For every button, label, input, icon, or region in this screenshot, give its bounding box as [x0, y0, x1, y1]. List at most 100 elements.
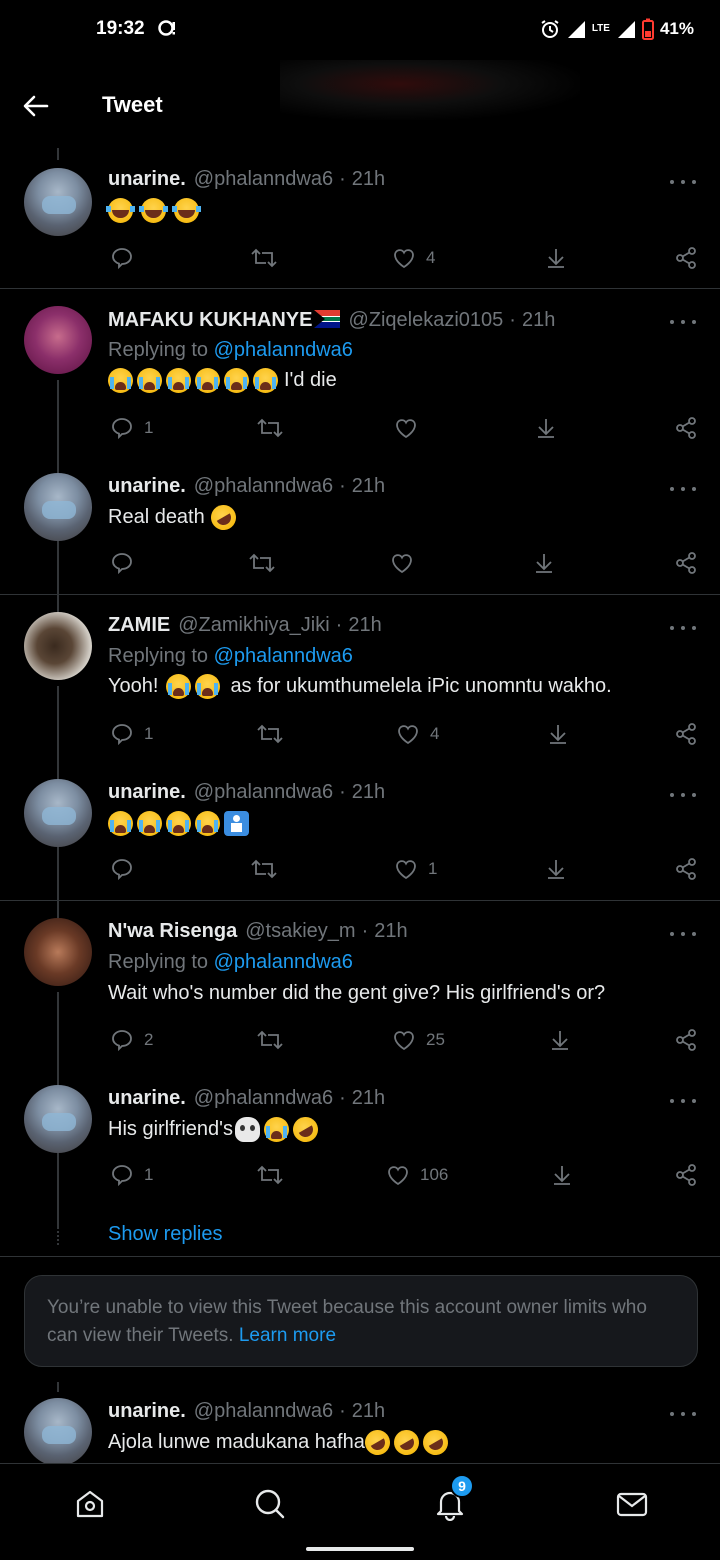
avatar[interactable]	[24, 1085, 92, 1153]
share-button[interactable]	[674, 1025, 698, 1055]
user-handle[interactable]: @phalanndwa6	[194, 781, 333, 804]
display-name[interactable]: unarine.	[108, 781, 186, 804]
download-button[interactable]	[544, 243, 568, 273]
avatar[interactable]	[24, 168, 92, 236]
share-button[interactable]	[674, 719, 698, 749]
more-options-button[interactable]	[670, 479, 696, 499]
tweet-text: Ajola lunwe madukana hafha	[108, 1425, 453, 1460]
share-icon	[676, 247, 696, 269]
sob-emoji	[166, 674, 192, 699]
show-replies-link[interactable]: Show replies	[108, 1223, 223, 1246]
reply-button[interactable]	[110, 548, 134, 578]
share-button[interactable]	[674, 413, 698, 443]
download-button[interactable]	[544, 854, 568, 884]
user-handle[interactable]: @Ziqelekazi0105	[348, 309, 503, 332]
reply-button[interactable]: 1	[110, 413, 153, 443]
share-icon	[676, 723, 696, 745]
more-options-button[interactable]	[670, 1404, 696, 1424]
display-name[interactable]: N'wa Risenga	[108, 920, 237, 943]
avatar[interactable]	[24, 779, 92, 847]
user-handle[interactable]: @phalanndwa6	[194, 475, 333, 498]
tweet-time: 21h	[351, 781, 386, 803]
tweet-text: Yooh! as for ukumthumelela iPic unomntu …	[108, 674, 612, 699]
retweet-button[interactable]	[256, 1025, 284, 1055]
avatar[interactable]	[24, 612, 92, 680]
avatar[interactable]	[24, 306, 92, 374]
user-handle[interactable]: @phalanndwa6	[194, 1087, 333, 1110]
learn-more-link[interactable]: Learn more	[239, 1325, 336, 1346]
retweet-button[interactable]	[256, 1160, 284, 1190]
replying-to-link[interactable]: @phalanndwa6	[214, 339, 353, 361]
user-handle[interactable]: @phalanndwa6	[194, 1400, 333, 1423]
tweet-actions: 1	[108, 413, 708, 443]
display-name[interactable]: MAFAKU KUKHANYE	[108, 309, 312, 332]
more-options-button[interactable]	[670, 618, 696, 638]
user-handle[interactable]: @tsakiey_m	[245, 920, 355, 943]
like-button[interactable]	[390, 548, 414, 578]
tweet-header: unarine. @phalanndwa6 · 21h	[108, 168, 386, 191]
replying-to-link[interactable]: @phalanndwa6	[214, 645, 353, 667]
user-handle[interactable]: @phalanndwa6	[194, 168, 333, 191]
share-button[interactable]	[674, 854, 698, 884]
tweet-body: Real death	[108, 506, 205, 528]
tweet-thread[interactable]: unarine. @phalanndwa6 · 21h 4 MAFAKU KUK…	[0, 148, 720, 1463]
download-button[interactable]	[534, 413, 558, 443]
divider	[0, 1256, 720, 1257]
tweet-body: I'd die	[284, 369, 337, 391]
retweet-button[interactable]	[250, 243, 278, 273]
back-button[interactable]	[18, 88, 54, 124]
download-button[interactable]	[550, 1160, 574, 1190]
home-indicator[interactable]	[306, 1547, 414, 1551]
display-name[interactable]: unarine.	[108, 1087, 186, 1110]
like-button[interactable]: 4	[396, 719, 439, 749]
download-icon	[550, 725, 566, 744]
share-button[interactable]	[674, 1160, 698, 1190]
like-button[interactable]	[394, 413, 418, 443]
sob-emoji	[108, 368, 133, 393]
reply-button[interactable]: 1	[110, 719, 153, 749]
tweet-text: Real death	[108, 500, 241, 535]
more-options-button[interactable]	[670, 785, 696, 805]
like-button[interactable]: 25	[392, 1025, 445, 1055]
reply-button[interactable]	[110, 854, 134, 884]
like-button[interactable]: 4	[392, 243, 435, 273]
retweet-button[interactable]	[250, 854, 278, 884]
nav-home[interactable]	[70, 1484, 110, 1524]
retweet-button[interactable]	[256, 413, 284, 443]
retweet-button[interactable]	[248, 548, 276, 578]
display-name[interactable]: unarine.	[108, 475, 186, 498]
reply-button[interactable]: 1	[110, 1160, 153, 1190]
status-bar: 19:32 LTE 41%	[0, 0, 720, 60]
display-name[interactable]: unarine.	[108, 168, 186, 191]
nav-search[interactable]	[250, 1484, 290, 1524]
tweet-body-start: Yooh!	[108, 675, 159, 697]
nav-messages[interactable]	[612, 1484, 652, 1524]
tweet-header: MAFAKU KUKHANYE @Ziqelekazi0105 · 21h	[108, 309, 556, 332]
avatar[interactable]	[24, 1398, 92, 1463]
replying-to-link[interactable]: @phalanndwa6	[214, 951, 353, 973]
replying-to: Replying to @phalanndwa6	[108, 645, 353, 668]
retweet-icon	[257, 724, 283, 744]
south-africa-flag-icon	[314, 310, 341, 328]
more-options-button[interactable]	[670, 1091, 696, 1111]
user-handle[interactable]: @Zamikhiya_Jiki	[178, 614, 329, 637]
like-button[interactable]: 1	[394, 854, 437, 884]
more-options-button[interactable]	[670, 172, 696, 192]
retweet-button[interactable]	[256, 719, 284, 749]
share-button[interactable]	[674, 548, 698, 578]
download-button[interactable]	[546, 719, 570, 749]
display-name[interactable]: unarine.	[108, 1400, 186, 1423]
like-button[interactable]: 106	[386, 1160, 448, 1190]
reply-button[interactable]	[110, 243, 134, 273]
notice-text: You’re unable to view this Tweet because…	[47, 1297, 647, 1346]
download-button[interactable]	[548, 1025, 572, 1055]
reply-button[interactable]: 2	[110, 1025, 153, 1055]
share-button[interactable]	[674, 243, 698, 273]
avatar[interactable]	[24, 918, 92, 986]
display-name[interactable]: ZAMIE	[108, 614, 170, 637]
more-options-button[interactable]	[670, 312, 696, 332]
reply-icon	[112, 248, 132, 270]
avatar[interactable]	[24, 473, 92, 541]
more-options-button[interactable]	[670, 924, 696, 944]
download-button[interactable]	[532, 548, 556, 578]
